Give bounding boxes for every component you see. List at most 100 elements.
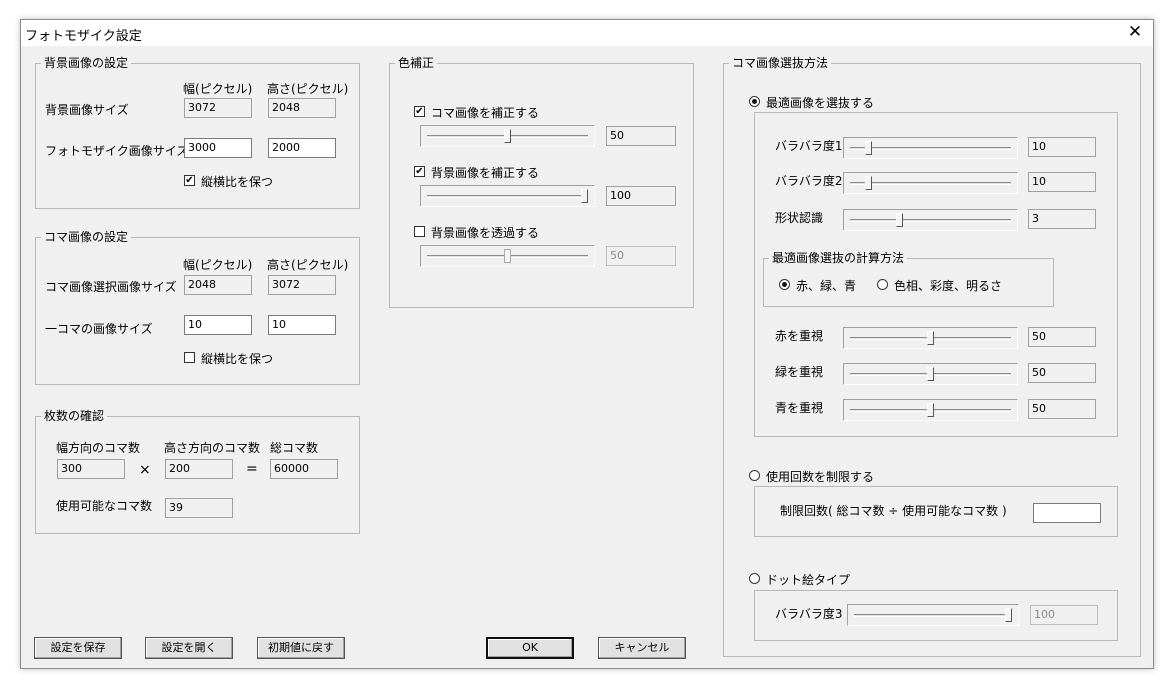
limit-use-subgroup: 制限回数( 総コマ数 ÷ 使用可能なコマ数 ) — [754, 486, 1118, 537]
tile-select-size-label: コマ画像選択画像サイズ — [45, 280, 177, 294]
bg-correct-checkbox[interactable]: ✔ — [414, 166, 425, 177]
bg-width-field[interactable]: 3072 — [184, 98, 252, 118]
one-tile-size-label: 一コマの画像サイズ — [45, 322, 153, 336]
vary1-label: バラバラ度1 — [775, 139, 843, 153]
shape-slider[interactable] — [843, 209, 1018, 231]
h-count-label: 幅方向のコマ数 — [56, 441, 141, 455]
green-weight-slider[interactable] — [843, 363, 1018, 385]
equals-sign: = — [246, 461, 258, 477]
blue-weight-slider-thumb[interactable] — [927, 403, 934, 417]
v-count-field[interactable]: 200 — [165, 459, 233, 479]
cancel-button[interactable]: キャンセル — [598, 637, 686, 659]
best-select-radio[interactable] — [749, 96, 760, 107]
bg-transparent-checkbox[interactable] — [414, 226, 425, 237]
red-weight-slider[interactable] — [843, 327, 1018, 349]
bg-transparent-value-field[interactable]: 50 — [606, 246, 676, 266]
one-tile-width-input[interactable]: 10 — [184, 315, 252, 335]
background-settings-legend: 背景画像の設定 — [41, 56, 132, 70]
one-tile-height-input[interactable]: 10 — [268, 315, 336, 335]
dot-type-subgroup: バラバラ度3 100 — [754, 590, 1118, 641]
bg-correct-label: 背景画像を補正する — [431, 166, 540, 180]
limit-count-label: 制限回数( 総コマ数 ÷ 使用可能なコマ数 ) — [780, 504, 1007, 518]
green-weight-label: 緑を重視 — [775, 365, 824, 379]
red-weight-value-field[interactable]: 50 — [1028, 327, 1096, 347]
bg-height-field[interactable]: 2048 — [268, 98, 336, 118]
ok-button[interactable]: OK — [486, 637, 574, 659]
vary3-label: バラバラ度3 — [775, 607, 843, 621]
rgb-radio[interactable] — [779, 279, 790, 290]
tile-keep-ratio-checkbox[interactable] — [184, 352, 195, 363]
tile-settings-legend: コマ画像の設定 — [41, 230, 132, 244]
bg-col-width-label: 幅(ピクセル) — [183, 82, 253, 96]
blue-weight-slider[interactable] — [843, 399, 1018, 421]
settings-dialog: フォトモザイク設定 ✕ 背景画像の設定 幅(ピクセル) 高さ(ピクセル) 背景画… — [20, 19, 1154, 669]
vary1-value-field[interactable]: 10 — [1028, 137, 1096, 157]
calc-method-group: 最適画像選抜の計算方法 赤、緑、青 色相、彩度、明るさ — [763, 251, 1054, 307]
bg-col-height-label: 高さ(ピクセル) — [267, 82, 349, 96]
tile-select-width-field[interactable]: 2048 — [184, 275, 252, 295]
tile-correct-checkbox[interactable]: ✔ — [414, 106, 425, 117]
vary3-value-field[interactable]: 100 — [1030, 605, 1098, 625]
tile-col-height-label: 高さ(ピクセル) — [267, 258, 349, 272]
h-count-field[interactable]: 300 — [57, 459, 125, 479]
background-settings-group: 背景画像の設定 幅(ピクセル) 高さ(ピクセル) 背景画像サイズ 3072 20… — [35, 56, 360, 209]
tile-correct-slider-thumb[interactable] — [504, 129, 511, 143]
red-weight-label: 赤を重視 — [775, 329, 824, 343]
reset-defaults-button[interactable]: 初期値に戻す — [257, 637, 345, 659]
mosaic-height-input[interactable]: 2000 — [268, 138, 336, 158]
bg-keep-ratio-checkbox[interactable]: ✔ — [184, 175, 195, 186]
bg-transparent-label: 背景画像を透過する — [431, 226, 540, 240]
title-bar: フォトモザイク設定 ✕ — [21, 20, 1153, 46]
usable-count-field[interactable]: 39 — [165, 498, 233, 518]
green-weight-value-field[interactable]: 50 — [1028, 363, 1096, 383]
shape-label: 形状認識 — [775, 211, 824, 225]
green-weight-slider-thumb[interactable] — [927, 367, 934, 381]
red-weight-slider-thumb[interactable] — [927, 331, 934, 345]
color-correction-legend: 色補正 — [395, 56, 438, 70]
times-sign: × — [139, 462, 151, 478]
best-select-subgroup: バラバラ度1 10 バラバラ度2 10 形状認識 3 最適画像選抜の計算方法 赤… — [754, 112, 1118, 437]
tile-select-height-field[interactable]: 3072 — [268, 275, 336, 295]
vary2-value-field[interactable]: 10 — [1028, 172, 1096, 192]
tile-correct-slider[interactable] — [420, 125, 595, 147]
total-count-label: 総コマ数 — [270, 441, 319, 455]
mosaic-size-label: フォトモザイク画像サイズ — [45, 144, 189, 158]
tile-settings-group: コマ画像の設定 幅(ピクセル) 高さ(ピクセル) コマ画像選択画像サイズ 204… — [35, 230, 360, 385]
vary2-slider[interactable] — [843, 172, 1018, 194]
v-count-label: 高さ方向のコマ数 — [164, 441, 261, 455]
bg-correct-slider-thumb[interactable] — [581, 189, 588, 203]
blue-weight-value-field[interactable]: 50 — [1028, 399, 1096, 419]
close-icon[interactable]: ✕ — [1125, 22, 1145, 42]
hsv-radio[interactable] — [877, 279, 888, 290]
save-settings-button[interactable]: 設定を保存 — [34, 637, 122, 659]
dot-type-label: ドット絵タイプ — [766, 573, 851, 587]
dot-type-radio[interactable] — [749, 573, 760, 584]
tile-selection-group: コマ画像選抜方法 最適画像を選抜する バラバラ度1 10 バラバラ度2 10 形… — [723, 56, 1141, 657]
tile-keep-ratio-label: 縦横比を保つ — [201, 352, 274, 366]
bg-correct-slider[interactable] — [420, 185, 595, 207]
mosaic-width-input[interactable]: 3000 — [184, 138, 252, 158]
vary1-slider-thumb[interactable] — [865, 141, 873, 155]
open-settings-button[interactable]: 設定を開く — [145, 637, 233, 659]
vary1-slider[interactable] — [843, 137, 1018, 159]
tile-selection-legend: コマ画像選抜方法 — [729, 56, 832, 70]
vary2-slider-thumb[interactable] — [865, 176, 873, 190]
shape-slider-thumb[interactable] — [896, 213, 904, 227]
shape-value-field[interactable]: 3 — [1028, 209, 1096, 229]
tile-correct-label: コマ画像を補正する — [431, 106, 540, 120]
limit-use-radio[interactable] — [749, 470, 760, 481]
vary3-slider[interactable] — [847, 604, 1019, 626]
bg-keep-ratio-label: 縦横比を保つ — [201, 175, 274, 189]
best-select-label: 最適画像を選抜する — [766, 96, 875, 110]
bg-transparent-slider[interactable] — [420, 245, 595, 267]
total-count-field[interactable]: 60000 — [270, 459, 338, 479]
rgb-label: 赤、緑、青 — [796, 279, 857, 293]
count-check-group: 枚数の確認 幅方向のコマ数 高さ方向のコマ数 総コマ数 300 × 200 = … — [35, 409, 360, 534]
vary2-label: バラバラ度2 — [775, 174, 843, 188]
bg-correct-value-field[interactable]: 100 — [606, 186, 676, 206]
usable-count-label: 使用可能なコマ数 — [56, 499, 153, 513]
bg-transparent-slider-thumb[interactable] — [504, 249, 511, 263]
limit-count-input[interactable] — [1033, 503, 1101, 523]
tile-correct-value-field[interactable]: 50 — [606, 126, 676, 146]
vary3-slider-thumb[interactable] — [1005, 608, 1012, 622]
